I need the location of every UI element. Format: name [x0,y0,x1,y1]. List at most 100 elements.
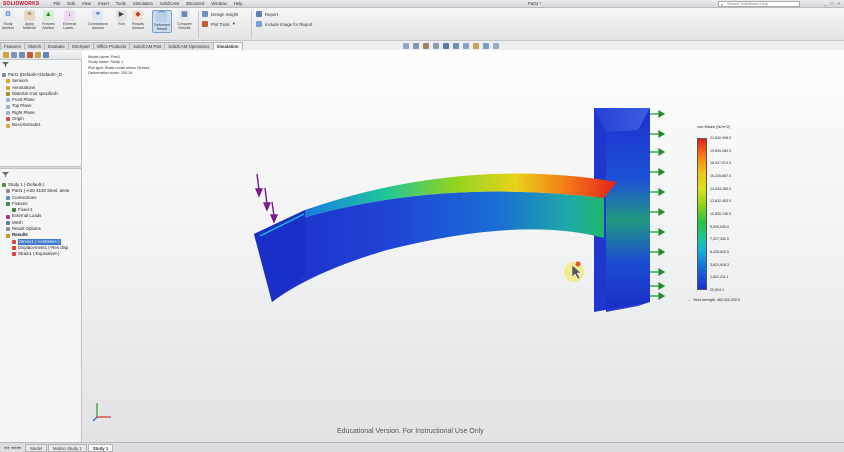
filter-icon[interactable] [2,172,9,177]
report-button[interactable]: Report [256,11,278,17]
external-loads-icon [6,214,10,219]
zoom-to-fit-icon[interactable] [403,43,409,49]
feature-manager-icon[interactable] [3,52,9,58]
legend-value: 7,227,332.0 [710,237,729,242]
menu-insert[interactable]: Insert [98,1,109,6]
dimxpert-manager-icon[interactable] [27,52,33,58]
title-bar: SOLIDWORKS File Edit View Insert Tools S… [0,0,844,8]
include-image-label: Include Image for Report [265,21,313,27]
view-settings-icon[interactable] [493,43,499,49]
panel-splitter[interactable] [0,166,82,169]
menu-bar: File Edit View Insert Tools Simulation S… [53,1,242,6]
compare-icon: ▦ [178,10,190,21]
study-icon [2,183,6,188]
tab-dimxpert[interactable]: DimXpert [67,42,94,50]
chevron-down-icon: ▾ [232,21,235,26]
support-block-front [606,108,650,312]
connections-advisor-label: Connections Advisor [88,22,108,31]
previous-view-icon[interactable] [423,43,429,49]
tree-item-strain1[interactable]: Strain1 (-Equivalent-) [2,251,69,257]
tree-item-boss-extrude1[interactable]: Boss-Extrude1 [2,122,62,128]
minimize-button[interactable]: _ [824,1,827,6]
tab-features[interactable]: Features [0,42,25,50]
deformed-result-button[interactable]: ⌒ Deformed Result [152,10,172,34]
tab-study-1[interactable]: Study 1 [87,443,114,452]
display-style-icon[interactable] [453,43,459,49]
menu-file[interactable]: File [53,1,60,6]
graphics-area[interactable]: Model name: Part1 Study name: Study 1 Pl… [82,50,844,442]
study-advisor-button[interactable]: ⚙ Study Advisor [2,10,14,30]
apply-scene-icon[interactable] [483,43,489,49]
probe-marker-icon [575,261,581,267]
edit-appearance-icon[interactable] [473,43,479,49]
property-manager-icon[interactable] [11,52,17,58]
tab-simulation[interactable]: Simulation [212,42,243,50]
yield-arrow-icon: → [686,297,691,303]
part-icon [6,189,10,194]
study-advisor-label: Study Advisor [2,22,14,31]
results-advisor-button[interactable]: ◆ Results Advisor [132,10,144,30]
menu-3dcontrol[interactable]: 3Dcontrol [186,1,204,6]
tab-motion-study-1[interactable]: Motion Study 1 [48,443,87,452]
run-label: Run [118,22,125,26]
include-image-button[interactable]: Include Image for Report [256,21,312,27]
menu-help[interactable]: Help [234,1,243,6]
menu-window[interactable]: Window [211,1,226,6]
results-advisor-label: Results Advisor [132,22,144,31]
configuration-manager-icon[interactable] [19,52,25,58]
legend-color-bar[interactable] [697,138,707,290]
menu-tools[interactable]: Tools [116,1,126,6]
help-search-input[interactable]: ⌕ Search SolidWorks Help [718,1,800,7]
view-orientation-icon[interactable] [443,43,449,49]
plot-tools-button[interactable]: Plot Tools ▾ [202,21,235,27]
fixtures-advisor-button[interactable]: ▲ Fixtures Advisor [42,10,55,30]
legend-value: 16,235,867.0 [710,173,731,178]
results-folder-icon [6,233,10,238]
legend-value: 1,822,211.1 [710,275,729,280]
zoom-area-icon[interactable] [413,43,419,49]
run-button[interactable]: ▶ Run [116,10,127,26]
apply-material-button[interactable]: ≡ Apply Material [23,10,36,30]
tab-scroll-arrows-icon[interactable]: ◂ ▸ ◂◂ ▸▸ [4,445,21,451]
fixture-icon: ▲ [42,10,54,21]
menu-solidcam[interactable]: SolidCAM [160,1,179,6]
external-loads-label: External Loads... [63,22,77,31]
displacement-plot-icon [12,246,16,251]
tab-evaluate[interactable]: Evaluate [44,42,69,50]
annotations-folder-icon [6,85,10,90]
close-button[interactable]: × [837,1,840,6]
apply-material-label: Apply Material [23,22,36,31]
simulation-study-tree: Study 1 (-Default-) Part1 (-AISI 4130 St… [2,182,69,258]
reference-triad [92,403,111,422]
hide-show-items-icon[interactable] [463,43,469,49]
part-icon [2,73,6,78]
menu-simulation[interactable]: Simulation [133,1,153,6]
legend-value: 18,037,574.0 [710,161,731,166]
compare-results-button[interactable]: ▦ Compare Results [177,10,192,30]
external-load-arrows [254,173,279,224]
plane-icon [6,104,10,109]
design-insight-button[interactable]: Design Insight [202,11,238,17]
tab-sketch[interactable]: Sketch [23,42,46,50]
feature-manager-panel: Part1 (Default<<Default>_D Sensors Annot… [0,50,82,442]
external-loads-button[interactable]: ↓ External Loads... [63,10,76,30]
maximize-button[interactable]: □ [831,1,834,6]
separator [198,11,199,38]
menu-view[interactable]: View [82,1,91,6]
legend-value: 20,504.1 [710,287,724,292]
yield-strength-text: Yield strength: 460,000,000.0 [693,298,740,302]
solidcam-manager-icon[interactable] [43,52,49,58]
filter-icon[interactable] [2,62,9,67]
tab-solidcam-part[interactable]: SolidCAM Part [129,42,166,50]
tab-office-products[interactable]: Office Products [92,42,131,50]
report-label: Report [265,11,278,17]
tab-model[interactable]: Model [25,443,48,452]
display-manager-icon[interactable] [35,52,41,58]
tab-solidcam-operations[interactable]: SolidCAM Operations [164,42,214,50]
menu-edit[interactable]: Edit [67,1,74,6]
section-view-icon[interactable] [433,43,439,49]
plane-icon [6,110,10,115]
result-options-icon [6,227,10,232]
sensors-folder-icon [6,79,10,84]
connections-advisor-button[interactable]: ⚭ Connections Advisor [88,10,108,30]
